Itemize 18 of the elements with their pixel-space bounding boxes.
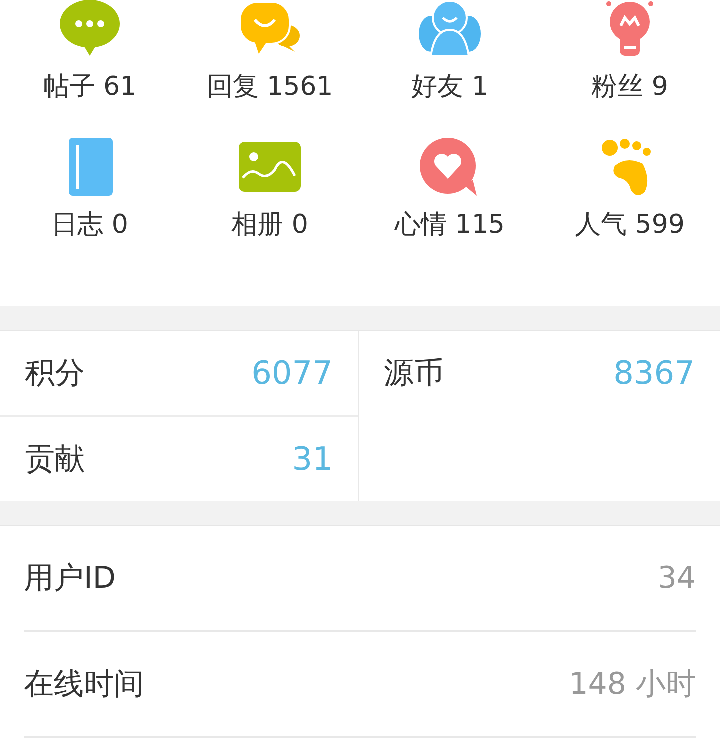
- shortcut-label[interactable]: 粉丝 9: [592, 70, 668, 104]
- detail-value: 34: [658, 560, 696, 596]
- shortcut-label[interactable]: 回复 1561: [206, 70, 334, 104]
- shortcut-label[interactable]: 帖子 61: [43, 70, 137, 104]
- shortcut-label[interactable]: 日志 0: [52, 208, 128, 242]
- shortcut-label[interactable]: 相册 0: [232, 208, 308, 242]
- stat-label: 贡献: [25, 440, 85, 478]
- stat-label: 积分: [25, 354, 85, 392]
- detail-value: 148 小时: [569, 666, 696, 704]
- shortcut-label[interactable]: 人气 599: [575, 208, 685, 242]
- detail-label: 在线时间: [24, 666, 144, 704]
- shortcut-label[interactable]: 好友 1: [412, 70, 488, 104]
- stat-value: 6077: [252, 354, 333, 392]
- detail-label: 用户ID: [24, 560, 116, 598]
- stat-value: 8367: [614, 354, 695, 392]
- stat-value: 31: [292, 440, 333, 478]
- shortcut-label[interactable]: 心情 115: [395, 208, 505, 242]
- stat-label: 源币: [384, 354, 444, 392]
